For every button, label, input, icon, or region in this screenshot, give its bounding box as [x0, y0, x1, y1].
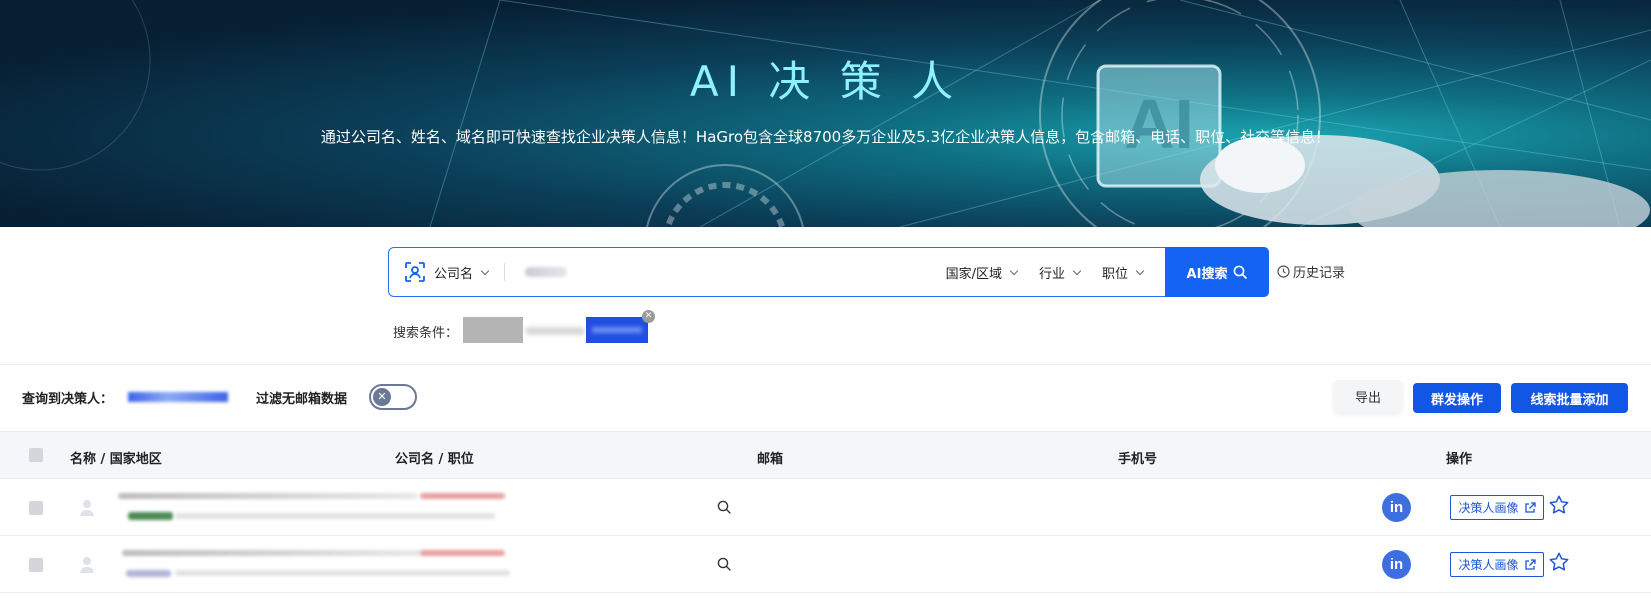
batch-add-leads-button[interactable]: 线索批量添加: [1511, 383, 1628, 413]
header-actions: 操作: [1446, 452, 1473, 467]
search-icon[interactable]: [717, 500, 731, 514]
header-email: 邮箱: [757, 452, 784, 467]
filter-no-email-label: 过滤无邮箱数据: [256, 392, 348, 407]
chevron-down-icon: [1009, 266, 1019, 275]
condition-chip-redacted-text: [525, 327, 585, 335]
company-redacted: [175, 513, 495, 519]
condition-chip-redacted: [586, 317, 648, 343]
chevron-down-icon: [1135, 266, 1145, 275]
avatar: [80, 500, 94, 516]
search-icon: [1234, 265, 1248, 279]
external-link-icon: [1524, 501, 1536, 513]
group-send-button[interactable]: 群发操作: [1413, 383, 1501, 413]
search-scope-dropdown[interactable]: 公司名: [389, 248, 490, 296]
result-count-redacted: [128, 392, 228, 402]
search-icon[interactable]: [717, 557, 731, 571]
banner-tech-decoration: AI: [0, 0, 1651, 227]
portrait-label: 决策人画像: [1458, 501, 1519, 515]
linkedin-icon[interactable]: in: [1382, 550, 1411, 579]
row-checkbox[interactable]: [29, 558, 43, 572]
search-query-redacted: [525, 267, 568, 277]
close-icon[interactable]: ✕: [642, 310, 655, 323]
search-bar: 公司名 国家/区域 行业 职位 AI搜索: [388, 247, 1269, 297]
search-filters: 国家/区域 行业 职位: [946, 248, 1165, 296]
header-company: 公司名 / 职位: [395, 452, 474, 467]
filter-industry-label: 行业: [1038, 266, 1065, 282]
history-label: 历史记录: [1293, 266, 1346, 281]
chevron-down-icon: [1072, 266, 1082, 275]
select-all-checkbox[interactable]: [29, 448, 43, 462]
chevron-down-icon: [480, 266, 490, 275]
flag-redacted: [420, 493, 505, 499]
history-link[interactable]: 历史记录: [1277, 262, 1345, 281]
table-row: in 决策人画像: [0, 536, 1651, 593]
header-name: 名称 / 国家地区: [70, 452, 162, 467]
country-redacted: [128, 512, 173, 520]
star-icon[interactable]: [1548, 551, 1570, 573]
portrait-label: 决策人画像: [1458, 558, 1519, 572]
external-link-icon: [1524, 558, 1536, 570]
hero-banner: AI AI 决 策 人 通过公司名、姓名、域名即可快速查找企业决策人信息！HaG…: [0, 0, 1651, 227]
star-icon[interactable]: [1548, 494, 1570, 516]
filter-position-dropdown[interactable]: 职位: [1101, 263, 1145, 282]
page-title: AI 决 策 人: [689, 57, 962, 106]
header-phone: 手机号: [1118, 452, 1158, 467]
row-checkbox[interactable]: [29, 501, 43, 515]
search-conditions-label: 搜索条件：: [393, 326, 459, 341]
person-scan-icon: [405, 262, 425, 282]
clock-icon: [1277, 265, 1290, 278]
result-count-label: 查询到决策人：: [22, 392, 114, 407]
search-input[interactable]: [505, 248, 946, 296]
flag-redacted: [420, 550, 505, 556]
avatar: [80, 557, 94, 573]
filter-position-label: 职位: [1101, 266, 1128, 282]
ai-search-label: AI搜索: [1186, 266, 1228, 282]
portrait-button[interactable]: 决策人画像: [1450, 495, 1544, 520]
country-redacted: [126, 570, 171, 577]
name-redacted: [118, 493, 418, 499]
filter-no-email-toggle[interactable]: ✕: [369, 384, 417, 410]
linkedin-icon[interactable]: in: [1382, 493, 1411, 522]
section-divider: [0, 364, 1651, 365]
portrait-button[interactable]: 决策人画像: [1450, 552, 1544, 577]
company-redacted: [175, 570, 510, 576]
export-button[interactable]: 导出: [1334, 380, 1402, 412]
table-header: 名称 / 国家地区 公司名 / 职位 邮箱 手机号 操作: [0, 431, 1651, 479]
filter-country-label: 国家/区域: [945, 266, 1002, 282]
condition-chip-redacted: [463, 317, 523, 343]
filter-industry-dropdown[interactable]: 行业: [1038, 263, 1082, 282]
page-subtitle: 通过公司名、姓名、域名即可快速查找企业决策人信息！HaGro包含全球8700多万…: [320, 128, 1331, 146]
table-row: in 决策人画像: [0, 479, 1651, 536]
name-redacted: [122, 550, 422, 556]
ai-search-button[interactable]: AI搜索: [1165, 247, 1269, 297]
search-scope-label: 公司名: [434, 266, 474, 282]
toggle-off-icon: ✕: [373, 388, 391, 406]
filter-country-dropdown[interactable]: 国家/区域: [945, 263, 1019, 282]
